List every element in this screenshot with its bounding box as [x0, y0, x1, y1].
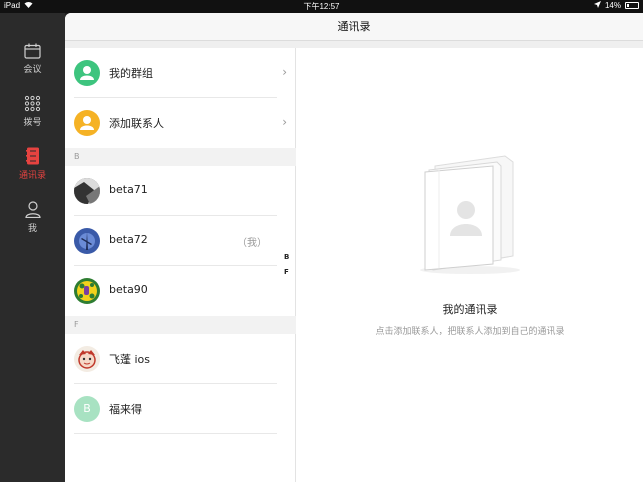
contact-row[interactable]: beta90	[65, 266, 296, 316]
add-contact-item[interactable]: 添加联系人 ›	[65, 98, 296, 148]
sidebar-item-dial[interactable]: 拨号	[0, 95, 65, 139]
contact-row[interactable]: 飞蓬 ios	[65, 334, 296, 384]
section-header-f: F	[65, 316, 296, 334]
list-item-label: 添加联系人	[109, 117, 164, 130]
sidebar: 会议 拨号 通讯录 我	[0, 13, 65, 482]
chevron-right-icon: ›	[282, 65, 287, 79]
sidebar-item-label: 通讯录	[18, 171, 46, 181]
detail-pane: 我的通讯录 点击添加联系人，把联系人添加到自己的通讯录	[297, 48, 643, 482]
sidebar-item-label: 会议	[23, 65, 42, 75]
contact-name: 飞蓬 ios	[109, 353, 151, 366]
address-book-illustration-icon	[420, 155, 520, 274]
empty-state-title: 我的通讯录	[442, 303, 498, 316]
avatar	[74, 178, 100, 204]
index-letter-b[interactable]: B	[284, 253, 289, 261]
sidebar-item-contacts[interactable]: 通讯录	[0, 147, 65, 191]
page-title: 通讯录	[65, 13, 643, 41]
avatar	[74, 346, 100, 372]
avatar	[74, 228, 100, 254]
sidebar-item-label: 拨号	[23, 118, 42, 128]
contact-name: beta72	[109, 233, 148, 246]
battery-icon	[625, 2, 639, 9]
sidebar-item-label: 我	[27, 224, 37, 234]
dialpad-icon	[24, 95, 41, 112]
person-icon	[24, 201, 41, 218]
group-icon	[74, 60, 100, 86]
avatar: B	[74, 396, 100, 422]
chevron-right-icon: ›	[282, 115, 287, 129]
contact-name: 福来得	[109, 403, 142, 416]
section-header-b: B	[65, 148, 296, 166]
empty-state-subtitle: 点击添加联系人，把联系人添加到自己的通讯录	[375, 327, 565, 337]
sidebar-item-me[interactable]: 我	[0, 201, 65, 245]
add-contact-icon	[74, 110, 100, 136]
contact-list: 我的群组 › 添加联系人 › B beta71 beta72 （我） beta9…	[65, 48, 296, 482]
me-tag: （我）	[237, 238, 267, 249]
battery-percent: 14%	[604, 1, 621, 10]
divider	[65, 41, 643, 48]
contacts-book-icon	[25, 147, 39, 165]
contact-row[interactable]: beta72 （我）	[65, 216, 296, 266]
location-icon	[593, 1, 601, 10]
divider	[74, 433, 277, 434]
status-bar: iPad 下午12:57 14%	[0, 0, 643, 13]
list-item-label: 我的群组	[109, 67, 153, 80]
main-panel: 通讯录 我的群组 › 添加联系人 › B beta71 beta72 （我） b…	[65, 13, 643, 482]
sidebar-item-meetings[interactable]: 会议	[0, 43, 65, 87]
contact-row[interactable]: beta71	[65, 166, 296, 216]
clock: 下午12:57	[303, 2, 340, 11]
calendar-icon	[24, 43, 41, 59]
contact-name: beta90	[109, 283, 148, 296]
contact-name: beta71	[109, 183, 148, 196]
index-letter-f[interactable]: F	[284, 268, 289, 276]
my-groups-item[interactable]: 我的群组 ›	[65, 48, 296, 98]
avatar	[74, 278, 100, 304]
contact-row[interactable]: B 福来得	[65, 384, 296, 434]
